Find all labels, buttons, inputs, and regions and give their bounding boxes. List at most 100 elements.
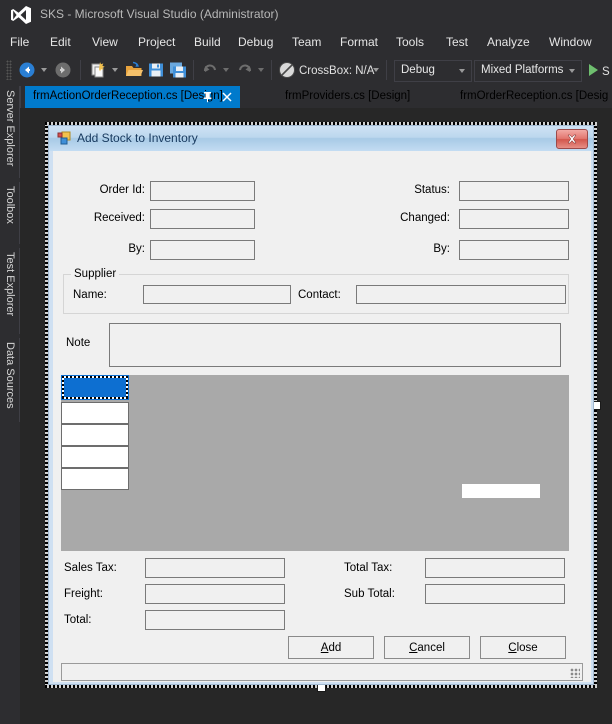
start-debug-label[interactable]: S [602, 66, 610, 78]
menu-analyze[interactable]: Analyze [487, 35, 530, 49]
total-tax-input[interactable] [425, 558, 565, 578]
sales-tax-input[interactable] [145, 558, 285, 578]
sidebar-item-server-explorer[interactable]: Server Explorer [1, 86, 21, 178]
navigate-back-dropdown-icon[interactable] [41, 68, 47, 72]
tab-label: frmProviders.cs [Design] [285, 90, 411, 102]
navigate-forward-icon[interactable] [54, 61, 72, 79]
crossbox-label[interactable]: CrossBox: N/A [299, 65, 374, 77]
sales-tax-label: Sales Tax: [64, 562, 117, 574]
total-input[interactable] [145, 610, 285, 630]
crossbox-dropdown-icon[interactable] [373, 68, 379, 72]
navigate-back-icon[interactable] [18, 61, 36, 79]
by-right-label: By: [433, 243, 450, 255]
open-folder-icon[interactable] [125, 61, 143, 79]
tab-frmorderreception[interactable]: frmOrderReception.cs [Desig [452, 86, 612, 108]
menu-test[interactable]: Test [446, 35, 468, 49]
order-id-input[interactable] [150, 181, 255, 201]
menu-view[interactable]: View [92, 35, 118, 49]
order-id-label: Order Id: [99, 184, 145, 196]
add-stock-dialog: Add Stock to Inventory Order Id: Status:… [48, 125, 594, 685]
configuration-combo[interactable]: Debug [394, 60, 472, 82]
add-button[interactable]: Add [288, 636, 374, 659]
status-input[interactable] [459, 181, 569, 201]
sub-total-label: Sub Total: [344, 588, 395, 600]
sidebar-item-label: Server Explorer [4, 90, 16, 167]
menu-build[interactable]: Build [194, 35, 221, 49]
changed-input[interactable] [459, 209, 569, 229]
new-item-icon[interactable] [89, 61, 107, 79]
grid-row-header[interactable] [61, 424, 129, 446]
menu-window[interactable]: Window [549, 35, 592, 49]
received-label: Received: [93, 212, 145, 224]
menu-team[interactable]: Team [292, 35, 321, 49]
menu-edit[interactable]: Edit [50, 35, 71, 49]
tab-frmproviders[interactable]: frmProviders.cs [Design] [277, 86, 442, 108]
save-icon[interactable] [147, 61, 165, 79]
toolbar-grip[interactable] [6, 60, 12, 80]
winforms-designer-canvas: Add Stock to Inventory Order Id: Status:… [20, 108, 612, 724]
menu-bar: File Edit View Project Build Debug Team … [0, 31, 612, 54]
tab-label: frmOrderReception.cs [Desig [460, 90, 609, 102]
grid-row-header-selected[interactable] [61, 375, 129, 400]
grid-row-header[interactable] [61, 446, 129, 468]
add-button-rest: dd [328, 641, 342, 654]
sidebar-item-test-explorer[interactable]: Test Explorer [1, 248, 21, 334]
standard-toolbar: CrossBox: N/A Debug Mixed Platforms [0, 56, 612, 84]
form-selection-frame[interactable]: Add Stock to Inventory Order Id: Status:… [45, 122, 601, 692]
cancel-button-label: Cancel [409, 641, 445, 654]
grid-row-header[interactable] [61, 468, 129, 490]
save-all-icon[interactable] [169, 61, 187, 79]
sidebar-item-toolbox[interactable]: Toolbox [1, 182, 21, 244]
supplier-contact-input[interactable] [356, 285, 566, 304]
dialog-title: Add Stock to Inventory [77, 131, 198, 145]
dialog-status-strip[interactable] [61, 663, 583, 681]
note-textarea[interactable] [109, 323, 561, 367]
close-button[interactable]: Close [480, 636, 566, 659]
close-button-rest: lose [516, 641, 538, 654]
platform-value: Mixed Platforms [481, 64, 564, 76]
total-tax-label: Total Tax: [344, 562, 393, 574]
pin-icon[interactable] [202, 91, 213, 103]
dialog-title-bar[interactable]: Add Stock to Inventory [49, 126, 593, 151]
sub-total-input[interactable] [425, 584, 565, 604]
by-left-input[interactable] [150, 240, 255, 260]
grid-editor-cell[interactable] [462, 484, 540, 498]
menu-tools[interactable]: Tools [396, 35, 424, 49]
status-label: Status: [414, 184, 450, 196]
sidebar-item-label: Data Sources [4, 342, 16, 409]
cancel-button-rest: ancel [417, 641, 445, 654]
dialog-body: Order Id: Status: Received: Changed: By:… [53, 151, 591, 682]
left-tool-dock: Server Explorer Toolbox Test Explorer Da… [0, 86, 21, 724]
redo-dropdown-icon [258, 68, 264, 72]
undo-icon [204, 64, 216, 72]
tab-frmactionorderreception[interactable]: frmActionOrderReception.cs [Design] [25, 86, 240, 108]
menu-debug[interactable]: Debug [238, 35, 273, 49]
total-label: Total: [64, 614, 92, 626]
platform-combo[interactable]: Mixed Platforms [474, 60, 582, 82]
cancel-button[interactable]: Cancel [384, 636, 470, 659]
supplier-name-label: Name: [73, 289, 107, 301]
resize-grip-icon[interactable] [570, 668, 580, 678]
start-debug-play-icon[interactable] [589, 64, 598, 76]
by-right-input[interactable] [459, 240, 569, 260]
add-button-label: Add [320, 641, 342, 654]
close-window-icon [567, 134, 577, 144]
menu-project[interactable]: Project [138, 35, 175, 49]
stock-items-grid[interactable] [61, 375, 569, 551]
close-tab-icon[interactable] [221, 90, 233, 103]
sidebar-item-data-sources[interactable]: Data Sources [1, 338, 21, 422]
received-input[interactable] [150, 209, 255, 229]
new-item-dropdown-icon[interactable] [112, 68, 118, 72]
menu-format[interactable]: Format [340, 35, 378, 49]
note-label: Note [66, 337, 91, 349]
freight-input[interactable] [145, 584, 285, 604]
dialog-close-button[interactable] [556, 129, 588, 149]
crossbox-icon[interactable] [278, 61, 296, 79]
grid-row-header[interactable] [61, 402, 129, 424]
close-button-label: Close [508, 641, 538, 654]
title-bar: SKS - Microsoft Visual Studio (Administr… [0, 0, 612, 30]
toolbar-separator-2 [193, 60, 194, 80]
supplier-name-input[interactable] [143, 285, 291, 304]
menu-file[interactable]: File [10, 35, 29, 49]
chevron-down-icon [569, 69, 575, 73]
